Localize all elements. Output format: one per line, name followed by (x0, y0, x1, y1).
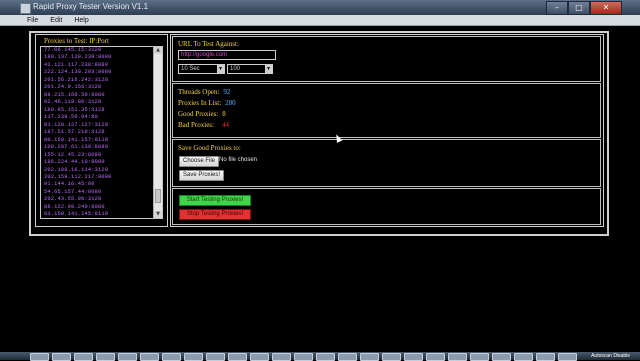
proxy-list-item[interactable]: 187.51.57.210:3128 (44, 129, 148, 136)
menu-edit[interactable]: Edit (44, 17, 68, 24)
proxy-list-item[interactable]: 189.85.151.35:3128 (44, 107, 148, 114)
proxy-list-item[interactable]: 202.108.16.114:3128 (44, 167, 148, 174)
choose-file-button[interactable]: Choose File (179, 156, 220, 167)
app-icon (20, 3, 31, 14)
proxy-list-item[interactable]: 201.24.0.156:3128 (44, 84, 148, 91)
proxy-listbox[interactable]: 77.66.145.15:3128 188.137.120.238:8080 42.… (40, 46, 163, 219)
proxy-list-scrollbar[interactable]: ▲ ▼ (153, 47, 162, 218)
chevron-down-icon: ▼ (265, 65, 272, 73)
scroll-up-icon[interactable]: ▲ (154, 47, 162, 54)
window-titlebar: Rapid Proxy Tester Version V1.1 – □ ✕ (0, 0, 640, 16)
stats-fieldset (172, 83, 601, 138)
scroll-thumb[interactable] (155, 189, 161, 203)
threads-open-label: Threads Open: (178, 88, 220, 96)
proxy-list-item[interactable]: 155.12.45.23:8080 (44, 152, 148, 159)
good-proxies-row: Good Proxies: 8 (178, 110, 226, 118)
threads-open-value: 92 (223, 88, 231, 96)
proxy-list-item[interactable]: 88.122.98.240:8080 (44, 204, 148, 211)
save-legend: Save Good Proxies to: (178, 144, 241, 152)
url-input[interactable]: http://google.com (178, 50, 276, 60)
bad-proxies-label: Bad Proxies: (178, 121, 214, 129)
window-controls: – □ ✕ (546, 1, 622, 15)
proxy-list-item[interactable]: 80.159.141.157:8118 (44, 137, 148, 144)
proxies-in-list-label: Proxies In List: (178, 99, 222, 107)
minimize-button[interactable]: – (546, 1, 568, 15)
proxy-list-item[interactable]: 201.56.216.242:3128 (44, 77, 148, 84)
proxy-list-legend: Proxies to Test: IP:Port (44, 37, 109, 45)
chevron-down-icon: ▼ (217, 65, 224, 73)
threads-open-row: Threads Open: 92 (178, 88, 230, 96)
timeout-value: 10 Sec (181, 66, 200, 72)
proxy-list-item[interactable]: 92.46.119.80:3128 (44, 99, 148, 106)
maximize-button[interactable]: □ (568, 1, 590, 15)
menu-bar: File Edit Help (0, 15, 640, 26)
good-proxies-value: 8 (222, 110, 226, 118)
proxy-list-item[interactable]: 77.66.145.15:3128 (44, 47, 148, 54)
save-proxies-button[interactable]: Save Proxies! (179, 170, 225, 181)
bad-proxies-value: 44 (221, 121, 229, 129)
url-legend: URL To Test Against: (178, 40, 239, 48)
proxy-list-item[interactable]: 186.224.44.10:8080 (44, 159, 148, 166)
proxy-list-item[interactable]: 54.65.157.44:8080 (44, 189, 148, 196)
window-title: Rapid Proxy Tester Version V1.1 (33, 2, 149, 11)
proxy-list-item[interactable]: 222.124.130.203:8080 (44, 69, 148, 76)
proxy-list-item[interactable]: 202.43.55.96:3128 (44, 196, 148, 203)
proxies-in-list-value: 280 (225, 99, 236, 107)
proxy-list-item[interactable]: 91.144.16.45:80 (44, 181, 148, 188)
timeout-select[interactable]: 10 Sec ▼ (178, 64, 225, 74)
start-testing-button[interactable]: Start Testing Proxies! (179, 195, 251, 206)
proxy-lines: 77.66.145.15:3128 188.137.120.238:8080 42.… (44, 47, 148, 218)
no-file-label: No file chosen (219, 157, 258, 163)
threads-value: 100 (230, 66, 241, 72)
proxy-list-item[interactable]: 81.120.127.127:3128 (44, 122, 148, 129)
proxy-list-item[interactable]: 109.207.61.139:8080 (44, 144, 148, 151)
proxy-list-item[interactable]: 88.215.160.50:8080 (44, 92, 148, 99)
menu-file[interactable]: File (0, 17, 44, 24)
proxy-list-item[interactable]: 83.150.141.145:8118 (44, 211, 148, 218)
taskbar-status-label: Autoscan Disable (591, 353, 630, 359)
proxy-list-item[interactable]: 202.159.112.217:8080 (44, 174, 148, 181)
threads-select[interactable]: 100 ▼ (227, 64, 273, 74)
proxies-in-list-row: Proxies In List: 280 (178, 99, 236, 107)
proxy-list-item[interactable]: 42.121.117.238:8080 (44, 62, 148, 69)
stop-testing-button[interactable]: Stop Testing Proxies! (179, 209, 251, 220)
bad-proxies-row: Bad Proxies: 44 (178, 121, 229, 129)
proxy-list-item[interactable]: 188.137.120.238:8080 (44, 54, 148, 61)
taskbar: Autoscan Disable (0, 352, 640, 361)
scroll-down-icon[interactable]: ▼ (154, 211, 162, 218)
good-proxies-label: Good Proxies: (178, 110, 219, 118)
menu-help[interactable]: Help (68, 17, 94, 24)
proxy-list-item[interactable]: 117.239.50.94:80 (44, 114, 148, 121)
close-button[interactable]: ✕ (590, 1, 622, 15)
